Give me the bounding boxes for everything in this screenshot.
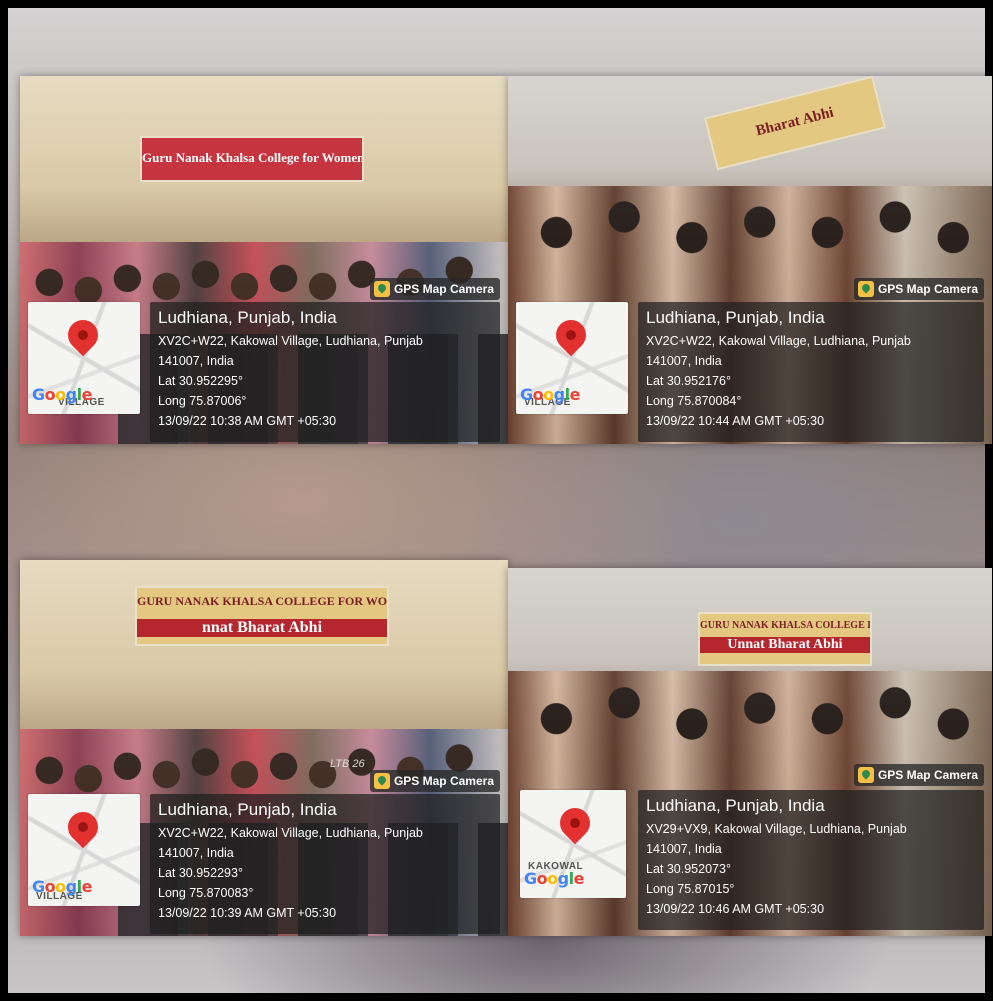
location-info-panel: Ludhiana, Punjab, India XV2C+W22, Kakowa…	[150, 302, 500, 442]
location-datetime: 13/09/22 10:38 AM GMT +05:30	[158, 414, 337, 428]
map-pin-icon	[61, 805, 105, 849]
location-info-panel: Ludhiana, Punjab, India XV2C+W22, Kakowa…	[638, 302, 984, 442]
location-long: Long 75.870083°	[158, 886, 254, 900]
location-datetime: 13/09/22 10:44 AM GMT +05:30	[646, 414, 825, 428]
college-banner: GURU NANAK KHALSA COLLEGE FOR WOMEN nnat…	[135, 586, 389, 646]
photo-classroom-2: GURU NANAK KHALSA COLLEGE FOR WOMEN Unna…	[508, 568, 992, 936]
gps-camera-tag: GPS Map Camera	[853, 278, 984, 300]
gps-camera-label: GPS Map Camera	[877, 282, 978, 296]
google-logo: Google	[520, 385, 580, 404]
banner-subtext: nnat Bharat Abhi	[137, 619, 387, 637]
location-lat: Lat 30.952073°	[646, 862, 731, 876]
gps-camera-label: GPS Map Camera	[393, 774, 494, 788]
gps-camera-icon	[857, 281, 874, 297]
google-logo: Google	[32, 877, 92, 896]
location-postal: 141007, India	[646, 842, 722, 856]
google-logo: Google	[524, 869, 584, 888]
google-logo: Google	[32, 385, 92, 404]
location-city: Ludhiana, Punjab, India	[646, 796, 825, 815]
banner-text: GURU NANAK KHALSA COLLEGE FOR WOMEN	[700, 620, 870, 631]
gps-camera-icon	[373, 773, 390, 789]
location-info-panel: Ludhiana, Punjab, India XV29+VX9, Kakowa…	[638, 790, 984, 930]
location-long: Long 75.870084°	[646, 394, 742, 408]
gps-camera-tag: GPS Map Camera	[369, 770, 500, 792]
desk-label: LTB 26	[330, 758, 365, 770]
location-lat: Lat 30.952176°	[646, 374, 731, 388]
map-pin-icon	[553, 801, 597, 845]
gps-camera-tag: GPS Map Camera	[369, 278, 500, 300]
gps-camera-label: GPS Map Camera	[393, 282, 494, 296]
photo-group-faculty-2: GURU NANAK KHALSA COLLEGE FOR WOMEN nnat…	[20, 560, 508, 936]
location-city: Ludhiana, Punjab, India	[158, 800, 337, 819]
location-address: XV2C+W22, Kakowal Village, Ludhiana, Pun…	[646, 334, 911, 348]
location-datetime: 13/09/22 10:39 AM GMT +05:30	[158, 906, 337, 920]
location-address: XV2C+W22, Kakowal Village, Ludhiana, Pun…	[158, 826, 423, 840]
location-info-panel: Ludhiana, Punjab, India XV2C+W22, Kakowa…	[150, 794, 500, 934]
gps-camera-icon	[373, 281, 390, 297]
location-address: XV2C+W22, Kakowal Village, Ludhiana, Pun…	[158, 334, 423, 348]
location-city: Ludhiana, Punjab, India	[646, 308, 825, 327]
map-pin-icon	[61, 313, 105, 357]
banner-text: Guru Nanak Khalsa College for Women	[142, 150, 364, 165]
banner-subtext: Unnat Bharat Abhi	[700, 637, 870, 653]
map-thumbnail: VILLAGE Google	[28, 794, 140, 906]
college-banner: GURU NANAK KHALSA COLLEGE FOR WOMEN Unna…	[698, 612, 872, 666]
gps-camera-label: GPS Map Camera	[877, 768, 978, 782]
map-thumbnail: VILLAGE Google	[28, 302, 140, 414]
gps-camera-tag: GPS Map Camera	[853, 764, 984, 786]
location-postal: 141007, India	[646, 354, 722, 368]
photo-group-faculty-1: Guru Nanak Khalsa College for Women GPS …	[20, 76, 508, 444]
location-postal: 141007, India	[158, 354, 234, 368]
location-datetime: 13/09/22 10:46 AM GMT +05:30	[646, 902, 825, 916]
map-thumbnail: KAKOWAL Google	[520, 790, 626, 898]
collage-frame: Guru Nanak Khalsa College for Women GPS …	[8, 8, 992, 993]
college-banner: Guru Nanak Khalsa College for Women	[140, 136, 364, 182]
banner-text: GURU NANAK KHALSA COLLEGE FOR WOMEN	[137, 594, 389, 608]
location-address: XV29+VX9, Kakowal Village, Ludhiana, Pun…	[646, 822, 907, 836]
location-postal: 141007, India	[158, 846, 234, 860]
location-lat: Lat 30.952293°	[158, 866, 243, 880]
map-pin-icon	[549, 313, 593, 357]
photo-classroom-1: Bharat Abhi GPS Map Camera VILLAGE Googl…	[508, 76, 992, 444]
map-thumbnail: VILLAGE Google	[516, 302, 628, 414]
location-long: Long 75.87015°	[646, 882, 735, 896]
location-city: Ludhiana, Punjab, India	[158, 308, 337, 327]
location-lat: Lat 30.952295°	[158, 374, 243, 388]
location-long: Long 75.87006°	[158, 394, 247, 408]
gps-camera-icon	[857, 767, 874, 783]
